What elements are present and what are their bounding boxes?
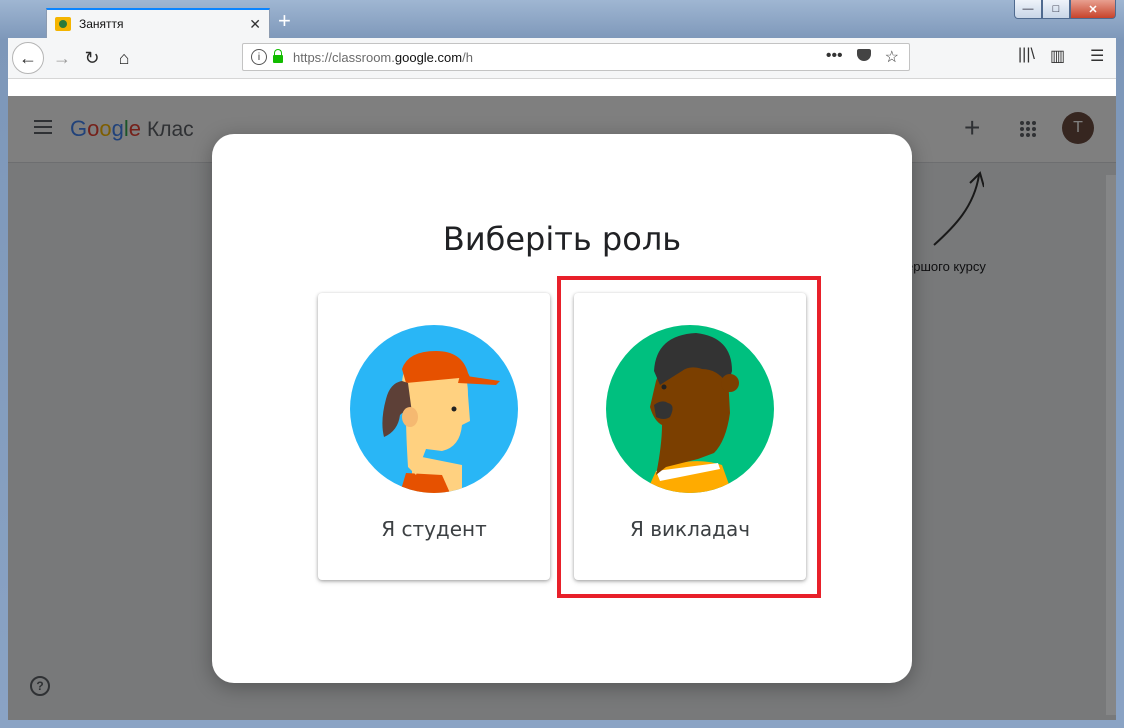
site-info-icon[interactable]: i [251,49,267,65]
close-window-button[interactable]: ✕ [1070,0,1116,19]
url-text: https://classroom.google.com/h [293,49,473,65]
close-tab-icon[interactable]: ✕ [249,16,261,33]
scrollbar[interactable] [1106,175,1116,715]
pocket-icon[interactable] [856,49,871,61]
student-role-label: Я студент [381,517,487,541]
new-tab-button[interactable]: + [278,10,291,32]
back-button[interactable]: ← [12,42,44,74]
maximize-button[interactable]: □ [1042,0,1070,19]
student-illustration [350,325,518,493]
student-role-card[interactable]: Я студент [318,293,550,580]
window-controls: — □ ✕ [1014,0,1116,19]
teacher-selection-highlight [557,276,821,598]
minimize-button[interactable]: — [1014,0,1042,19]
navigation-toolbar: ← → ↻ ⌂ i https://classroom.google.com/h… [8,38,1116,79]
menu-icon[interactable]: ☰ [1090,46,1104,66]
sidebar-icon[interactable]: ▥ [1050,46,1065,66]
home-button[interactable]: ⌂ [108,42,140,74]
reload-button[interactable]: ↻ [76,42,108,74]
forward-button[interactable]: → [46,42,78,74]
page-actions-icon[interactable]: ••• [826,47,843,67]
tab-title: Заняття [79,17,124,31]
dialog-title: Виберіть роль [442,220,682,258]
bookmark-star-icon[interactable]: ☆ [885,47,899,67]
classroom-favicon-icon [55,17,71,31]
library-icon[interactable]: |||\ [1018,46,1035,64]
browser-tab[interactable]: Заняття ✕ [46,8,270,38]
address-bar[interactable]: i https://classroom.google.com/h ••• ☆ [242,43,910,71]
lock-icon [273,49,283,63]
